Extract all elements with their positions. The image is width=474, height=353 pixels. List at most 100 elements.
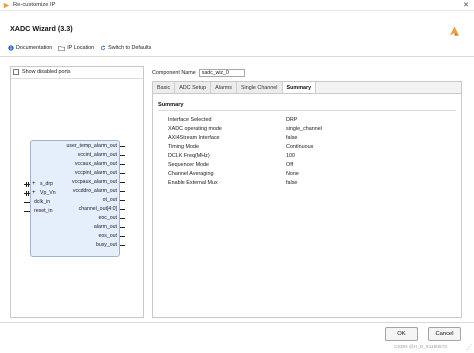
summary-value: None — [286, 170, 299, 177]
configuration-panel: Component Name xadc_wiz_0 Basic ADC Setup… — [152, 66, 462, 318]
output-port-pin — [120, 236, 125, 237]
output-port-pin — [120, 155, 125, 156]
tab-summary[interactable]: Summary — [282, 82, 317, 93]
show-disabled-ports-checkbox[interactable] — [13, 69, 19, 75]
output-port-label: vccpint_alarm_out — [74, 170, 117, 176]
summary-key: AXI4Stream Interface — [168, 134, 220, 141]
component-name-label: Component Name — [152, 69, 196, 76]
input-port-label: Vp_Vn — [40, 190, 56, 196]
output-port-label: vccddro_alarm_out — [72, 188, 117, 194]
output-port-pin — [120, 218, 125, 219]
summary-key: Sequencer Mode — [168, 161, 210, 168]
tab-basic[interactable]: Basic — [153, 82, 176, 93]
summary-row: Channel Averaging None — [168, 169, 368, 178]
summary-divider — [158, 110, 456, 111]
panel-divider — [11, 78, 143, 79]
summary-value: false — [286, 179, 298, 186]
refresh-icon — [100, 45, 106, 51]
vivado-logo-icon — [449, 26, 460, 36]
output-port-pin — [120, 146, 125, 147]
summary-table: Interface Selected DRP XADC operating mode… — [168, 115, 368, 187]
output-port-pin — [120, 227, 125, 228]
output-port-label: ot_out — [102, 197, 117, 203]
tab-single-channel[interactable]: Single Channel — [236, 82, 283, 93]
summary-row: DCLK Freq(MHz) 100 — [168, 151, 368, 160]
output-port-label: eoc_out — [98, 215, 117, 221]
bus-marker — [26, 191, 27, 196]
switch-to-defaults-button[interactable]: Switch to Defaults — [100, 45, 151, 51]
summary-key: Interface Selected — [168, 116, 212, 123]
summary-section-title: Summary — [158, 102, 184, 108]
ip-location-button[interactable]: IP Location — [58, 45, 94, 51]
bus-marker — [28, 191, 29, 196]
cancel-button[interactable]: Cancel — [428, 327, 461, 341]
output-port-label: busy_out — [95, 242, 117, 248]
summary-value: Off — [286, 161, 294, 168]
watermark-text: CSDN @H_D_51190672 — [394, 345, 448, 350]
summary-row: Timing Mode Continuous — [168, 142, 368, 151]
switch-to-defaults-label: Switch to Defaults — [108, 45, 152, 51]
input-port-pin — [24, 211, 30, 212]
component-name-input[interactable]: xadc_wiz_0 — [198, 68, 245, 77]
summary-key: Enable External Mux — [168, 179, 218, 186]
resize-grip-icon[interactable]: ⋰ — [466, 344, 472, 351]
vivado-app-icon — [3, 2, 10, 9]
bus-marker — [28, 182, 29, 187]
summary-row: XADC operating mode single_channel — [168, 124, 368, 133]
ok-button[interactable]: OK — [385, 327, 418, 341]
input-port-pin — [24, 193, 30, 194]
input-port-pin — [24, 184, 30, 185]
summary-row: Sequencer Mode Off — [168, 160, 368, 169]
summary-key: DCLK Freq(MHz) — [168, 152, 210, 159]
show-disabled-ports-label: Show disabled ports — [22, 69, 71, 75]
title-bar: Re-customize IP ✕ — [0, 0, 474, 11]
summary-key: Timing Mode — [168, 143, 199, 150]
summary-row: Enable External Mux false — [168, 178, 368, 187]
output-port-label: eos_out — [98, 233, 117, 239]
summary-value: false — [286, 134, 298, 141]
show-disabled-ports-toggle[interactable]: Show disabled ports — [13, 69, 71, 75]
folder-icon — [58, 45, 66, 51]
summary-row: AXI4Stream Interface false — [168, 133, 368, 142]
output-port-label: vccpaux_alarm_out — [72, 179, 117, 185]
output-port-label: vccint_alarm_out — [77, 152, 117, 158]
documentation-label: Documentation — [16, 45, 53, 51]
summary-key: Channel Averaging — [168, 170, 214, 177]
info-icon — [8, 45, 14, 51]
bus-marker — [26, 182, 27, 187]
output-port-label: vccaux_alarm_out — [74, 161, 117, 167]
footer-divider — [0, 322, 474, 323]
output-port-pin — [120, 245, 125, 246]
output-port-pin — [120, 182, 125, 183]
output-port-pin — [120, 209, 125, 210]
config-tabs: Basic ADC Setup Alarms Single Channel Summar… — [152, 81, 462, 93]
close-icon[interactable]: ✕ — [463, 1, 469, 9]
summary-value: Continuous — [286, 143, 314, 150]
output-port-label: user_temp_alarm_out — [66, 143, 117, 149]
tab-adc-setup[interactable]: ADC Setup — [175, 82, 212, 93]
input-port-pin — [24, 202, 30, 203]
window-title: Re-customize IP — [13, 2, 56, 8]
component-name-row: Component Name xadc_wiz_0 — [152, 68, 245, 77]
summary-value: 100 — [286, 152, 295, 159]
output-port-pin — [120, 200, 125, 201]
summary-value: DRP — [286, 116, 298, 123]
summary-key: XADC operating mode — [168, 125, 222, 132]
ip-title: XADC Wizard (3.3) — [10, 24, 73, 33]
output-port-pin — [120, 191, 125, 192]
output-port-pin — [120, 164, 125, 165]
input-port-label: reset_in — [34, 208, 53, 214]
summary-row: Interface Selected DRP — [168, 115, 368, 124]
expand-icon[interactable]: + — [32, 181, 36, 187]
expand-icon[interactable]: + — [32, 190, 36, 196]
output-port-pin — [120, 173, 125, 174]
summary-tab-content: Summary Interface Selected DRP XADC operat… — [152, 93, 462, 318]
header-divider — [0, 56, 474, 57]
input-port-label: s_drp — [40, 181, 53, 187]
summary-value: single_channel — [286, 125, 322, 132]
tab-alarms[interactable]: Alarms — [211, 82, 237, 93]
documentation-button[interactable]: Documentation — [8, 45, 52, 51]
input-port-label: dclk_in — [34, 199, 51, 205]
output-port-label: alarm_out — [93, 224, 117, 230]
ip-location-label: IP Location — [67, 45, 95, 51]
